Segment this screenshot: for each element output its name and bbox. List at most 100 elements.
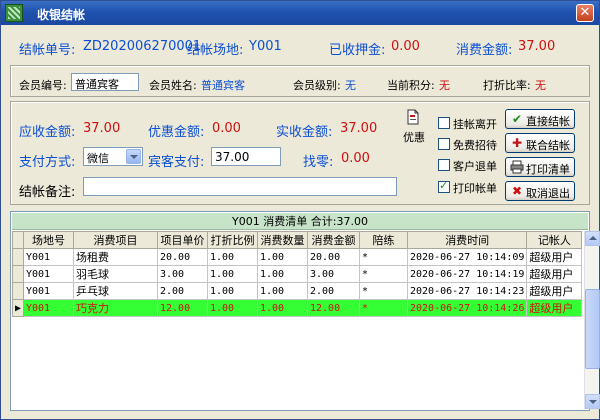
- checkbox-print-bill[interactable]: [438, 179, 450, 193]
- change-value: 0.00: [341, 151, 370, 166]
- vertical-scrollbar[interactable]: [584, 231, 600, 409]
- table-row[interactable]: Y001 场租费 20.00 1.00 1.00 20.00 * 2020-06…: [12, 248, 583, 266]
- table-cell: 2.00: [157, 282, 208, 300]
- pay-method-select[interactable]: 微信: [83, 147, 143, 166]
- deposit-label: 已收押金:: [329, 43, 386, 58]
- table-cell: 1.00: [207, 248, 258, 266]
- table-cell: 1.00: [207, 265, 258, 283]
- table-cell: 羽毛球: [73, 265, 158, 283]
- note-label: 结帐备注:: [19, 185, 76, 200]
- table-cell: *: [359, 248, 408, 266]
- check-icon: ✔: [511, 112, 523, 126]
- member-level-label: 会员级别:: [293, 79, 341, 92]
- member-name-value: 普通宾客: [201, 79, 245, 92]
- table-cell: 超级用户: [526, 265, 583, 283]
- scroll-down-icon[interactable]: [585, 394, 600, 409]
- table-cell: 1.00: [257, 282, 308, 300]
- member-id-label: 会员编号:: [19, 79, 67, 92]
- table-row-selected[interactable]: ▶ Y001 巧克力 12.00 1.00 1.00 12.00 * 2020-…: [12, 299, 583, 317]
- table-cell: Y001: [23, 282, 74, 300]
- column-header[interactable]: 场地号: [23, 231, 74, 249]
- close-icon: ✖: [511, 184, 523, 198]
- current-row-marker[interactable]: ▶: [12, 299, 24, 317]
- table-cell: 超级用户: [526, 282, 583, 300]
- table-cell: 1.00: [257, 265, 308, 283]
- table-cell: 12.00: [157, 299, 208, 317]
- table-cell: 12.00: [307, 299, 360, 317]
- close-button[interactable]: ✕: [576, 4, 594, 22]
- column-header[interactable]: 项目单价: [157, 231, 208, 249]
- table-cell: 2.00: [307, 282, 360, 300]
- column-header[interactable]: 打折比例: [207, 231, 258, 249]
- venue-value: Y001: [249, 39, 282, 54]
- consumption-table: 场地号 消费项目 项目单价 打折比例 消费数量 消费金额 陪练 消费时间 记帐人…: [12, 231, 583, 317]
- venue-label: 结帐场地:: [187, 43, 244, 58]
- guest-pay-field[interactable]: 37.00: [211, 147, 281, 166]
- column-header[interactable]: 消费时间: [406, 231, 528, 249]
- discount-rate-value: 无: [535, 79, 546, 92]
- table-row[interactable]: Y001 羽毛球 3.00 1.00 1.00 3.00 * 2020-06-2…: [12, 265, 583, 283]
- option-label: 免费招待: [453, 139, 497, 152]
- table-cell: *: [359, 299, 408, 317]
- chevron-down-icon[interactable]: [126, 149, 141, 164]
- table-cell: 1.00: [207, 299, 258, 317]
- consumed-value: 37.00: [518, 39, 556, 54]
- scroll-up-icon[interactable]: [585, 231, 600, 246]
- plus-icon: ✚: [511, 136, 523, 150]
- note-field[interactable]: [83, 177, 397, 196]
- table-row[interactable]: Y001 乒乓球 2.00 1.00 1.00 2.00 * 2020-06-2…: [12, 282, 583, 300]
- member-id-field[interactable]: 普通宾客: [71, 73, 139, 91]
- table-cell: 场租费: [73, 248, 158, 266]
- column-header[interactable]: 消费金额: [307, 231, 360, 249]
- column-header[interactable]: 陪练: [359, 231, 408, 249]
- option-label: 客户退单: [453, 160, 497, 173]
- table-cell: 超级用户: [526, 248, 583, 266]
- print-list-button[interactable]: 打印清单: [505, 157, 575, 177]
- title-bar[interactable]: 收银结帐 ✕: [1, 1, 599, 25]
- cancel-exit-label: 取消退出: [526, 187, 570, 200]
- option-label: 打印帐单: [453, 182, 497, 195]
- change-label: 找零:: [303, 155, 334, 170]
- table-cell: 巧克力: [73, 299, 158, 317]
- table-header-row: 场地号 消费项目 项目单价 打折比例 消费数量 消费金额 陪练 消费时间 记帐人: [12, 231, 583, 249]
- deposit-value: 0.00: [391, 39, 420, 54]
- scroll-thumb[interactable]: [585, 289, 600, 369]
- table-cell: 超级用户: [526, 299, 583, 317]
- discount-amount-value: 0.00: [212, 121, 241, 136]
- table-cell: *: [359, 265, 408, 283]
- table-cell: Y001: [23, 299, 74, 317]
- checkbox-free-treat[interactable]: [438, 138, 450, 150]
- checkbox-credit-leave[interactable]: [438, 117, 450, 129]
- cancel-exit-button[interactable]: ✖ 取消退出: [505, 181, 575, 201]
- actual-amount-value: 37.00: [340, 121, 378, 136]
- table-cell: *: [359, 282, 408, 300]
- member-name-label: 会员姓名:: [149, 79, 197, 92]
- table-cell: Y001: [23, 248, 74, 266]
- row-indicator[interactable]: [12, 248, 24, 266]
- discount-rate-label: 打折比率:: [483, 79, 531, 92]
- checkbox-customer-return[interactable]: [438, 159, 450, 171]
- column-header[interactable]: 消费项目: [73, 231, 158, 249]
- table-cell: 1.00: [207, 282, 258, 300]
- table-cell: 2020-06-27 10:14:23: [406, 282, 528, 300]
- document-icon[interactable]: [405, 109, 421, 125]
- row-indicator[interactable]: [12, 282, 24, 300]
- table-cell: 乒乓球: [73, 282, 158, 300]
- direct-checkout-button[interactable]: ✔ 直接结帐: [505, 109, 575, 129]
- column-header[interactable]: 消费数量: [257, 231, 308, 249]
- row-indicator[interactable]: [12, 265, 24, 283]
- pay-method-label: 支付方式:: [19, 155, 76, 170]
- bill-no-label: 结帐单号:: [19, 43, 76, 58]
- column-header[interactable]: 记帐人: [526, 231, 583, 249]
- table-cell: 2020-06-27 10:14:19: [406, 265, 528, 283]
- joint-checkout-label: 联合结帐: [526, 139, 570, 152]
- consumed-label: 消费金额:: [456, 43, 513, 58]
- guest-pay-label: 宾客支付:: [148, 155, 205, 170]
- checkout-window: 收银结帐 ✕ 结帐单号: ZD202006270001 结帐场地: Y001 已…: [0, 0, 600, 420]
- actual-amount-label: 实收金额:: [276, 125, 333, 140]
- table-cell: 20.00: [157, 248, 208, 266]
- receivable-value: 37.00: [83, 121, 121, 136]
- promo-label[interactable]: 优惠: [403, 129, 425, 145]
- table-cell: 2020-06-27 10:14:09: [406, 248, 528, 266]
- joint-checkout-button[interactable]: ✚ 联合结帐: [505, 133, 575, 153]
